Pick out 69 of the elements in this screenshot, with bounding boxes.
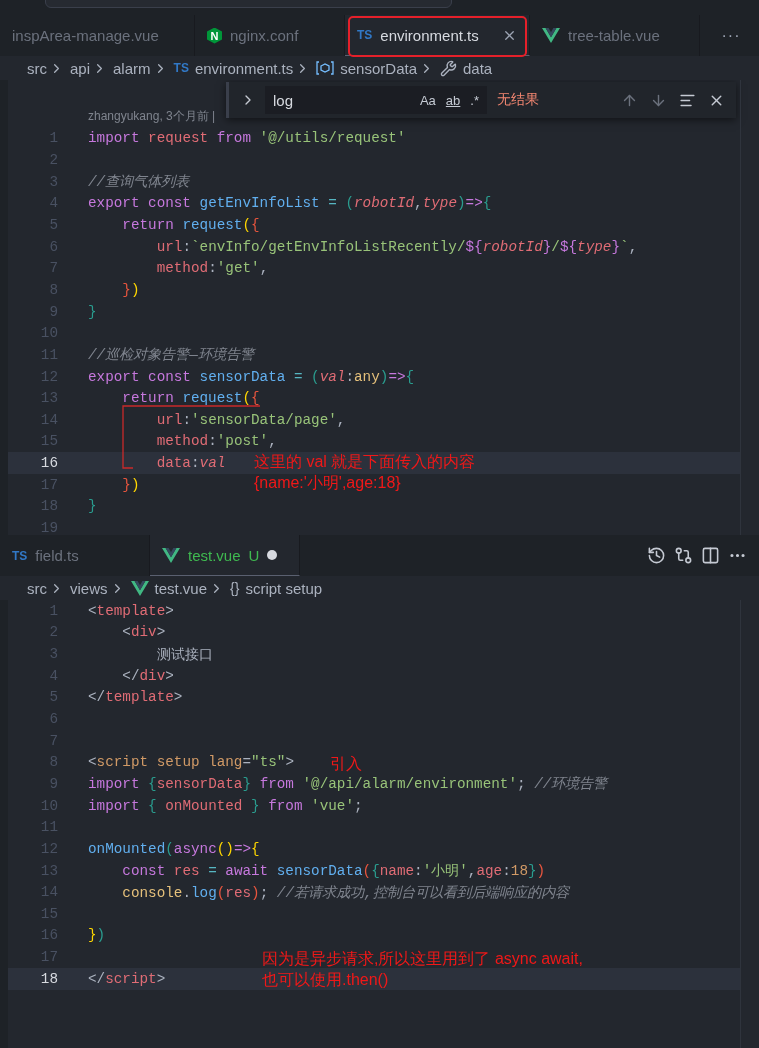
find-option-button[interactable]: ab [443,92,463,108]
code-line: <script setup lang="ts"> [88,754,294,771]
annotation-text: 这里的 val 就是下面传入的内容 [254,452,476,472]
code-line: <div> [121,624,166,641]
breadcrumb-item[interactable]: sensorData [340,59,417,77]
code-line: }) [121,281,140,298]
variable-icon [316,61,335,75]
code-line: import {sensorData} from '@/api/alarm/environment'; //环境告警 [88,775,608,794]
vue-icon [162,547,180,563]
code-line: url:'sensorData/page', [155,411,346,428]
annotation-text: {name:'小明',age:18} [254,473,401,493]
code-line: method:'post', [155,433,277,450]
line-number: 18 [39,970,58,987]
breadcrumb-item[interactable]: views [70,579,108,597]
breadcrumb-item[interactable]: script setup [245,579,323,597]
code-line: export const getEnvInfoList = (robotId,type)=>{ [88,195,492,212]
find-option-button[interactable]: .* [468,92,481,108]
breadcrumb-item[interactable]: data [463,59,493,77]
nginx-icon: N [207,27,222,44]
line-number: 16 [39,455,58,472]
breadcrumb-item[interactable]: alarm [113,59,151,77]
code-line: export const sensorData = (val:any)=>{ [88,368,415,385]
code-line: console.log(res); //若请求成功,控制台可以看到后端响应的内容 [121,883,569,902]
code-line: //巡检对象告警—环境告警 [88,346,254,365]
code-line: return request({ [121,217,260,233]
code-line: </template> [88,689,183,706]
vue-icon [130,580,149,596]
code-line: </script> [88,970,166,987]
code-line: method:'get', [155,260,269,277]
breadcrumb-item[interactable]: src [27,579,47,597]
code-line: url:`envInfo/getEnvInfoListRecently/${robotId}/${type}`, [155,238,638,255]
annotation-text: 也可以使用.then() [262,970,389,990]
typescript-icon: TS [357,28,373,42]
history-icon[interactable] [647,546,666,565]
editor-tab[interactable]: test.vue U [150,535,300,576]
annotation-text: 引入 [330,754,362,774]
split-editor-icon[interactable] [701,546,720,565]
code-line: }) [88,927,106,944]
wrench-icon [440,59,457,77]
annotation-text: 因为是异步请求,所以这里用到了 async await, [262,949,583,969]
vue-icon [542,28,560,43]
braces-icon: {} [230,580,240,596]
code-line: </div> [121,667,174,684]
code-line: return request({ [121,390,260,407]
breadcrumb-item[interactable]: src [27,59,47,77]
code-line: import request from '@/utils/request' [88,130,406,147]
code-line: onMounted(async()=>{ [88,840,260,857]
breadcrumb-item[interactable]: api [70,59,91,77]
more-button[interactable]: ··· [703,15,759,56]
code-line: 测试接口 [155,645,213,664]
code-line: data:val [155,455,226,472]
breadcrumb-item[interactable]: environment.ts [194,59,294,77]
editor-tab[interactable]: TS environment.ts [345,15,530,56]
code-line: //查询气体列表 [88,173,190,192]
find-result: 无结果 [497,91,540,109]
code-line: }) [121,476,140,493]
blame-text: zhangyukang, 3个月前 | [87,108,217,125]
breadcrumb-item[interactable]: test.vue [154,579,208,597]
typescript-icon: TS [12,548,28,563]
code-line: } [88,498,97,515]
compare-icon[interactable] [674,546,693,565]
code-line: import { onMounted } from 'vue'; [88,797,363,814]
code-line: <template> [88,602,174,619]
find-option-button[interactable]: Aa [417,92,438,108]
typescript-icon: TS [173,61,189,75]
find-field[interactable]: log Aa ab .* [265,86,487,114]
code-line: } [88,303,97,320]
git-status: U [248,546,260,564]
code-line: const res = await sensorData({name:'小明',age:18}) [121,862,546,880]
